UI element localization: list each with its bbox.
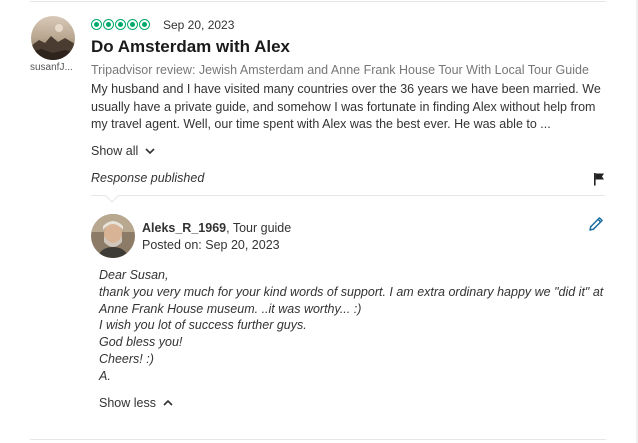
response-line: Cheers! :) xyxy=(99,351,154,366)
show-less-button[interactable]: Show less xyxy=(99,396,174,410)
review-body: My husband and I have visited many count… xyxy=(91,82,601,131)
review-subtitle: Tripadvisor review: Jewish Amsterdam and… xyxy=(91,63,589,77)
response-line: thank you very much for your kind words … xyxy=(99,284,604,316)
pencil-icon[interactable] xyxy=(587,215,605,233)
response-line: God bless you! xyxy=(99,335,183,350)
show-all-label: Show all xyxy=(91,144,139,158)
owner-role: , Tour guide xyxy=(226,221,292,235)
reviewer-username[interactable]: susanfJ... xyxy=(30,62,78,73)
flag-icon[interactable] xyxy=(593,172,605,186)
rating-bubble-filled xyxy=(115,19,126,30)
rating-bubble-filled xyxy=(127,19,138,30)
review-title[interactable]: Do Amsterdam with Alex xyxy=(91,37,290,57)
response-status: Response published xyxy=(91,171,205,185)
show-all-button[interactable]: Show all xyxy=(91,144,156,158)
response-line: Dear Susan, xyxy=(99,268,169,282)
chevron-down-icon xyxy=(145,148,155,155)
show-less-label: Show less xyxy=(99,396,156,410)
review-date: Sep 20, 2023 xyxy=(163,18,235,32)
response-body: Dear Susan, thank you very much for your… xyxy=(99,267,604,385)
reviewer-avatar[interactable] xyxy=(31,16,75,60)
response-line: I wish you lot of success further guys. xyxy=(99,318,307,333)
owner-avatar[interactable] xyxy=(91,214,135,258)
owner-name[interactable]: Aleks_R_1969 xyxy=(142,221,226,235)
response-notch xyxy=(105,195,119,203)
posted-date: Posted on: Sep 20, 2023 xyxy=(142,238,280,252)
chevron-up-icon xyxy=(163,399,173,406)
response-line: A. xyxy=(99,368,111,383)
top-divider xyxy=(30,1,606,2)
rating-bubble-filled xyxy=(103,19,114,30)
response-divider xyxy=(91,195,605,196)
rating-bubble-filled xyxy=(139,19,150,30)
rating-bubble-filled xyxy=(91,19,102,30)
owner-info: Aleks_R_1969, Tour guide xyxy=(142,221,291,235)
rating-bubbles-icon xyxy=(91,19,150,30)
bottom-divider xyxy=(30,439,606,440)
